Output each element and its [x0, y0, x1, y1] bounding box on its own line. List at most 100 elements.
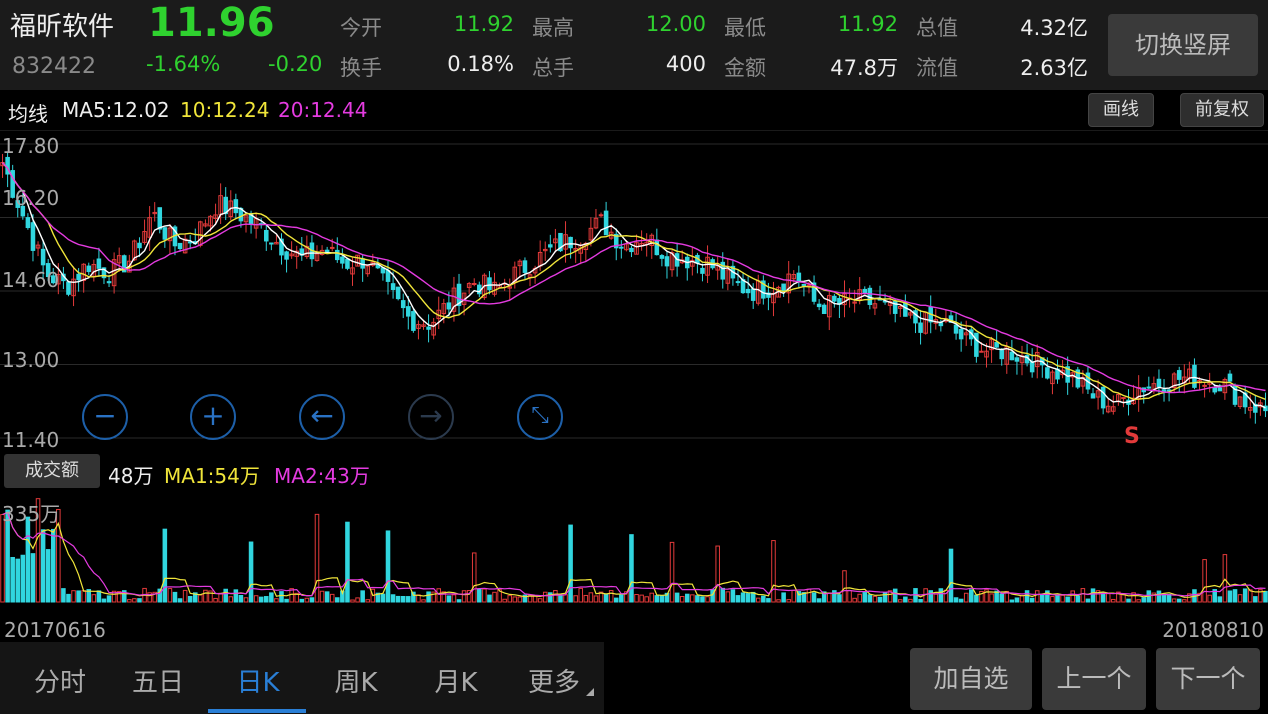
previous-stock-button[interactable]: 上一个 — [1042, 648, 1146, 710]
volume-bar — [761, 595, 766, 603]
ma20-value: 20:12.44 — [278, 98, 368, 122]
candle — [1176, 370, 1182, 380]
candle — [400, 300, 406, 309]
quote-label: 总手 — [532, 56, 574, 80]
volume-bar — [548, 592, 553, 603]
volume-bar — [974, 594, 979, 603]
volume-bar — [786, 599, 791, 603]
quote-value: 12.00 — [645, 12, 706, 36]
volume-chart[interactable] — [0, 492, 1268, 604]
volume-bar — [1100, 592, 1106, 603]
quote-value: 400 — [665, 52, 706, 76]
volume-bar — [329, 593, 335, 603]
volume-bar — [269, 592, 274, 603]
next-stock-button[interactable]: 下一个 — [1156, 648, 1260, 710]
volume-bar — [781, 592, 786, 603]
volume-bar — [1207, 594, 1212, 603]
ma10-line — [1, 162, 1266, 401]
tab-monthly-k[interactable]: 月K — [406, 662, 506, 699]
ma10-value: 10:12.24 — [180, 98, 270, 122]
tab-daily-k[interactable]: 日K — [208, 662, 308, 699]
candle — [958, 328, 964, 340]
candle — [345, 258, 350, 269]
volume-bar — [471, 552, 477, 603]
volume-bar — [593, 595, 599, 603]
candle — [264, 229, 269, 242]
volume-bar — [335, 597, 340, 603]
collapse-icon[interactable]: ⤡ — [517, 394, 563, 440]
candle — [86, 265, 92, 273]
dropdown-icon — [586, 688, 594, 696]
candle — [390, 283, 396, 290]
volume-bar — [918, 598, 923, 603]
volume-bar — [304, 597, 310, 603]
volume-bar — [573, 595, 578, 603]
candle — [801, 283, 807, 287]
volume-bar — [223, 588, 228, 603]
volume-bar — [715, 545, 720, 603]
last-price: 11.96 — [148, 0, 275, 46]
tab-intraday[interactable]: 分时 — [10, 662, 110, 699]
volume-bar — [740, 592, 746, 603]
volume-bar — [1136, 599, 1141, 603]
volume-bar — [187, 595, 193, 603]
candle — [177, 242, 183, 250]
candle — [862, 288, 868, 294]
volume-bar — [745, 593, 751, 603]
candle — [629, 247, 634, 253]
candle — [233, 199, 239, 214]
switch-portrait-button[interactable]: 切换竖屏 — [1108, 14, 1258, 76]
volume-bar — [1166, 593, 1172, 603]
volume-bar — [436, 588, 442, 603]
candle — [96, 258, 102, 269]
volume-bar — [649, 592, 655, 603]
add-watchlist-button[interactable]: 加自选 — [910, 648, 1032, 710]
volume-bar — [380, 593, 386, 603]
volume-bar — [50, 528, 56, 603]
volume-bar — [537, 598, 543, 603]
scroll-left-icon[interactable]: ← — [299, 394, 345, 440]
zoom-in-icon[interactable]: + — [190, 394, 236, 440]
tab-five-day[interactable]: 五日 — [108, 662, 208, 699]
volume-bar — [0, 514, 5, 603]
volume-bar — [1070, 590, 1076, 603]
volume-bar — [96, 590, 102, 603]
tab-weekly-k[interactable]: 周K — [306, 662, 406, 699]
volume-bar — [720, 587, 726, 603]
volume-bar — [882, 592, 888, 603]
stock-name: 福昕软件 — [10, 12, 115, 42]
volume-bar — [324, 591, 330, 603]
candle — [750, 288, 756, 301]
quote-value: 47.8万 — [830, 56, 898, 80]
volume-bar — [198, 594, 203, 603]
volume-bar — [679, 595, 685, 603]
y-axis-label: 16.20 — [2, 186, 60, 210]
volume-bar — [1111, 598, 1116, 603]
draw-line-button[interactable]: 画线 — [1088, 93, 1154, 127]
volume-bar — [1121, 594, 1126, 603]
kline-chart[interactable] — [0, 130, 1268, 452]
volume-bar — [1237, 594, 1243, 603]
volume-bar — [426, 591, 431, 603]
volume-type-button[interactable]: 成交额 — [4, 454, 100, 488]
volume-bar — [253, 595, 259, 603]
adjust-price-button[interactable]: 前复权 — [1180, 93, 1264, 127]
candle — [745, 288, 751, 294]
candle — [395, 286, 401, 300]
volume-bar — [908, 598, 913, 603]
volume-bar — [1040, 594, 1045, 603]
volume-bar — [451, 594, 457, 603]
quote-value: 11.92 — [453, 12, 514, 36]
volume-bar — [1014, 597, 1020, 603]
quote-label: 总值 — [916, 16, 958, 40]
volume-bar — [172, 591, 178, 603]
volume-bar — [482, 588, 487, 603]
volume-bar — [25, 516, 31, 603]
volume-bar — [446, 595, 452, 603]
candle — [781, 283, 786, 291]
volume-bar — [1176, 598, 1182, 603]
quote-label: 最低 — [724, 16, 766, 40]
volume-bar — [892, 588, 898, 603]
zoom-out-icon[interactable]: − — [82, 394, 128, 440]
volume-ma1-line — [2, 511, 1266, 598]
